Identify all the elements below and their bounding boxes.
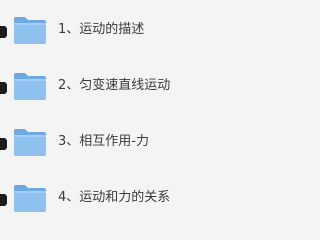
folder-label: 3、相互作用-力 — [58, 134, 149, 149]
folder-item-1[interactable]: 1、运动的描述 — [0, 11, 252, 51]
folder-item-3[interactable]: 3、相互作用-力 — [0, 123, 252, 163]
bullet-marker — [0, 194, 7, 206]
folder-item-4[interactable]: 4、运动和力的关系 — [0, 179, 252, 219]
folder-list: 1、运动的描述 2、匀变速直线运动 3、相互作用-力 4、运动和力的关系 — [0, 0, 252, 226]
folder-label: 2、匀变速直线运动 — [58, 78, 171, 93]
folder-icon — [13, 15, 47, 45]
folder-icon — [13, 127, 47, 157]
bullet-marker — [0, 82, 7, 94]
folder-icon — [13, 71, 47, 101]
bullet-marker — [0, 26, 7, 38]
bullet-marker — [0, 138, 7, 150]
folder-label: 1、运动的描述 — [58, 22, 145, 37]
folder-label: 4、运动和力的关系 — [58, 190, 171, 205]
folder-item-2[interactable]: 2、匀变速直线运动 — [0, 67, 252, 107]
folder-icon — [13, 183, 47, 213]
